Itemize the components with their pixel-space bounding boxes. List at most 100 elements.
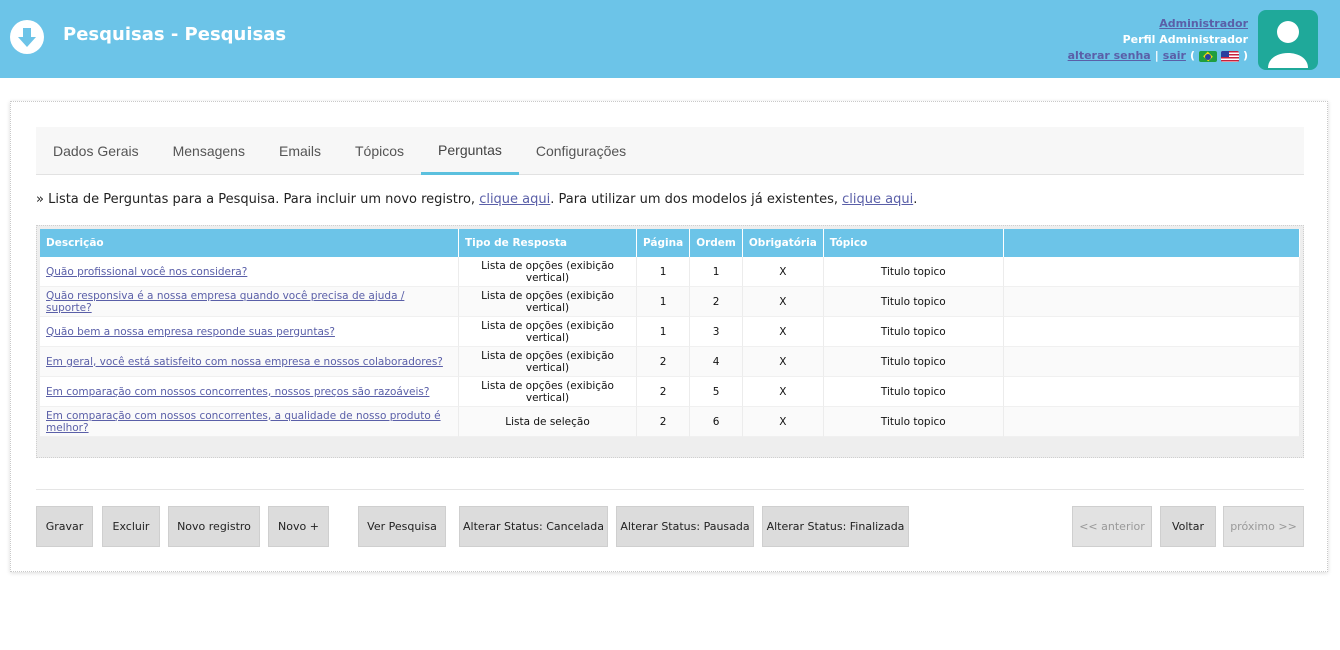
header-topico[interactable]: Tópico	[823, 229, 1004, 257]
header-ordem[interactable]: Ordem	[690, 229, 743, 257]
cell-empty	[1003, 347, 1300, 377]
voltar-button[interactable]: Voltar	[1160, 506, 1216, 547]
table-header-row: Descrição Tipo de Resposta Página Ordem …	[40, 229, 1300, 257]
cell-descricao: Em comparação com nossos concorrentes, n…	[40, 377, 459, 407]
cell-tipo: Lista de seleção	[459, 407, 637, 437]
table-row: Quão bem a nossa empresa responde suas p…	[40, 317, 1300, 347]
header-descricao[interactable]: Descrição	[40, 229, 459, 257]
cell-tipo: Lista de opções (exibição vertical)	[459, 257, 637, 287]
cell-empty	[1003, 287, 1300, 317]
novo-mais-button[interactable]: Novo +	[268, 506, 329, 547]
question-link[interactable]: Quão bem a nossa empresa responde suas p…	[46, 326, 335, 338]
tab-dados-gerais[interactable]: Dados Gerais	[36, 127, 156, 175]
cell-descricao: Quão profissional você nos considera?	[40, 257, 459, 287]
cell-tipo: Lista de opções (exibição vertical)	[459, 287, 637, 317]
paren-open: (	[1189, 49, 1195, 62]
use-template-link[interactable]: clique aqui	[842, 192, 913, 207]
cell-tipo: Lista de opções (exibição vertical)	[459, 377, 637, 407]
links-separator: |	[1154, 49, 1159, 62]
header-actions	[1003, 229, 1300, 257]
proximo-button[interactable]: próximo >>	[1223, 506, 1304, 547]
cell-descricao: Quão responsiva é a nossa empresa quando…	[40, 287, 459, 317]
cell-ordem: 1	[690, 257, 743, 287]
intro-text: » Lista de Perguntas para a Pesquisa. Pa…	[36, 192, 917, 207]
cell-ordem: 3	[690, 317, 743, 347]
cell-pagina: 2	[637, 407, 691, 437]
question-link[interactable]: Em comparação com nossos concorrentes, a…	[46, 410, 441, 434]
anterior-button[interactable]: << anterior	[1072, 506, 1152, 547]
cell-obrigatoria: X	[742, 257, 824, 287]
table-row: Quão profissional você nos considera? Li…	[40, 257, 1300, 287]
cell-topico: Titulo topico	[823, 407, 1004, 437]
status-cancelada-button[interactable]: Alterar Status: Cancelada	[459, 506, 608, 547]
user-profile-label: Perfil Administrador	[1122, 33, 1248, 46]
cell-descricao: Quão bem a nossa empresa responde suas p…	[40, 317, 459, 347]
cell-topico: Titulo topico	[823, 317, 1004, 347]
gravar-button[interactable]: Gravar	[36, 506, 93, 547]
questions-table-container: Descrição Tipo de Resposta Página Ordem …	[36, 225, 1304, 458]
page-title: Pesquisas - Pesquisas	[63, 24, 287, 45]
cell-obrigatoria: X	[742, 317, 824, 347]
novo-registro-button[interactable]: Novo registro	[168, 506, 260, 547]
status-pausada-button[interactable]: Alterar Status: Pausada	[616, 506, 754, 547]
table-row: Em comparação com nossos concorrentes, n…	[40, 377, 1300, 407]
cell-pagina: 1	[637, 317, 691, 347]
tab-perguntas[interactable]: Perguntas	[421, 127, 519, 175]
cell-tipo: Lista de opções (exibição vertical)	[459, 347, 637, 377]
cell-descricao: Em comparação com nossos concorrentes, a…	[40, 407, 459, 437]
change-password-link[interactable]: alterar senha	[1068, 48, 1151, 64]
excluir-button[interactable]: Excluir	[102, 506, 160, 547]
question-link[interactable]: Em geral, você está satisfeito com nossa…	[46, 356, 443, 368]
tab-mensagens[interactable]: Mensagens	[156, 127, 262, 175]
status-finalizada-button[interactable]: Alterar Status: Finalizada	[762, 506, 909, 547]
user-avatar-icon[interactable]	[1258, 10, 1318, 70]
logout-link[interactable]: sair	[1163, 48, 1186, 64]
ver-pesquisa-button[interactable]: Ver Pesquisa	[358, 506, 446, 547]
header-obrigatoria[interactable]: Obrigatória	[742, 229, 824, 257]
cell-obrigatoria: X	[742, 287, 824, 317]
tab-topicos[interactable]: Tópicos	[338, 127, 421, 175]
tab-bar: Dados Gerais Mensagens Emails Tópicos Pe…	[36, 127, 1304, 175]
cell-ordem: 4	[690, 347, 743, 377]
questions-table: Descrição Tipo de Resposta Página Ordem …	[40, 229, 1300, 437]
cell-topico: Titulo topico	[823, 287, 1004, 317]
question-link[interactable]: Quão responsiva é a nossa empresa quando…	[46, 290, 404, 314]
cell-empty	[1003, 407, 1300, 437]
new-record-link[interactable]: clique aqui	[479, 192, 550, 207]
table-row: Em comparação com nossos concorrentes, a…	[40, 407, 1300, 437]
main-panel: Dados Gerais Mensagens Emails Tópicos Pe…	[10, 101, 1328, 572]
question-link[interactable]: Em comparação com nossos concorrentes, n…	[46, 386, 429, 398]
intro-suffix: .	[913, 192, 918, 207]
cell-descricao: Em geral, você está satisfeito com nossa…	[40, 347, 459, 377]
intro-prefix: » Lista de Perguntas para a Pesquisa. Pa…	[36, 192, 480, 207]
cell-ordem: 5	[690, 377, 743, 407]
table-row: Em geral, você está satisfeito com nossa…	[40, 347, 1300, 377]
cell-empty	[1003, 317, 1300, 347]
cell-topico: Titulo topico	[823, 377, 1004, 407]
cell-topico: Titulo topico	[823, 347, 1004, 377]
top-header: Pesquisas - Pesquisas Administrador Perf…	[0, 0, 1340, 78]
header-tipo-resposta[interactable]: Tipo de Resposta	[459, 229, 637, 257]
cell-obrigatoria: X	[742, 407, 824, 437]
user-name-link[interactable]: Administrador	[1068, 16, 1248, 32]
tab-emails[interactable]: Emails	[262, 127, 338, 175]
cell-topico: Titulo topico	[823, 257, 1004, 287]
tab-configuracoes[interactable]: Configurações	[519, 127, 643, 175]
download-arrow-icon[interactable]	[10, 20, 44, 54]
cell-pagina: 1	[637, 257, 691, 287]
header-pagina[interactable]: Página	[637, 229, 691, 257]
divider	[36, 489, 1304, 490]
cell-ordem: 2	[690, 287, 743, 317]
user-links: alterar senha | sair ( )	[1068, 48, 1248, 64]
usa-flag-icon[interactable]	[1220, 50, 1239, 62]
cell-empty	[1003, 257, 1300, 287]
cell-obrigatoria: X	[742, 377, 824, 407]
brazil-flag-icon[interactable]	[1198, 50, 1217, 62]
table-row: Quão responsiva é a nossa empresa quando…	[40, 287, 1300, 317]
question-link[interactable]: Quão profissional você nos considera?	[46, 266, 247, 278]
cell-obrigatoria: X	[742, 347, 824, 377]
cell-tipo: Lista de opções (exibição vertical)	[459, 317, 637, 347]
user-info: Administrador Perfil Administrador alter…	[1068, 16, 1248, 64]
cell-pagina: 1	[637, 287, 691, 317]
paren-close: )	[1242, 49, 1248, 62]
